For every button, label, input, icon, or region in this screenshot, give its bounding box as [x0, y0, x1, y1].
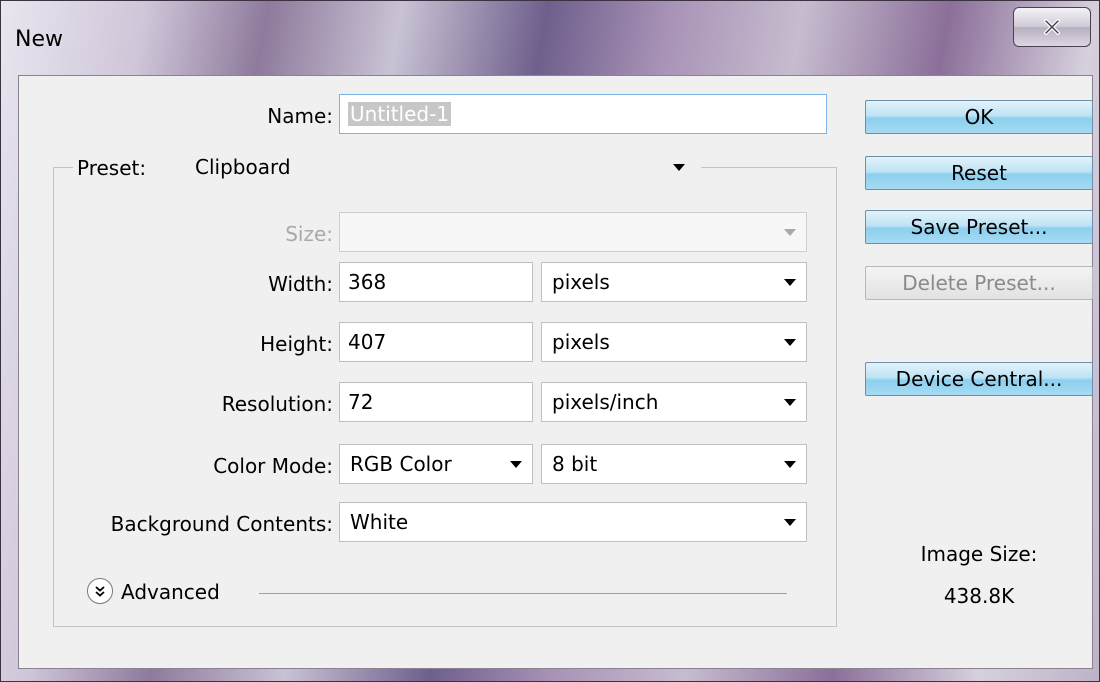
dialog-window: New Name: Untitled-1 Preset: Clipboard S… [0, 0, 1100, 682]
name-field[interactable]: Untitled-1 [339, 94, 827, 134]
close-button[interactable] [1013, 7, 1091, 47]
title-bar[interactable]: New [1, 1, 1100, 73]
chevron-down-icon [784, 279, 796, 286]
width-value: 368 [348, 270, 387, 294]
name-value: Untitled-1 [348, 102, 452, 126]
color-mode-value: RGB Color [350, 452, 452, 476]
chevron-down-icon [784, 399, 796, 406]
advanced-divider [259, 593, 787, 594]
close-icon [1044, 19, 1060, 35]
preset-value: Clipboard [195, 155, 291, 179]
width-unit-value: pixels [552, 270, 610, 294]
width-unit-select[interactable]: pixels [541, 262, 807, 302]
delete-preset-button[interactable]: Delete Preset... [865, 266, 1093, 300]
resolution-field[interactable]: 72 [339, 382, 533, 422]
color-mode-label: Color Mode: [213, 454, 333, 478]
color-mode-select[interactable]: RGB Color [339, 444, 533, 484]
width-field[interactable]: 368 [339, 262, 533, 302]
bit-depth-value: 8 bit [552, 452, 598, 476]
chevron-down-icon [673, 164, 685, 171]
resolution-unit-value: pixels/inch [552, 390, 659, 414]
image-size-value: 438.8K [943, 584, 1015, 608]
advanced-label: Advanced [121, 580, 220, 604]
image-size-label: Image Size: [920, 542, 1038, 566]
width-label: Width: [268, 272, 333, 296]
name-label: Name: [267, 104, 333, 128]
ok-button[interactable]: OK [865, 100, 1093, 134]
save-preset-button[interactable]: Save Preset... [865, 210, 1093, 244]
height-field[interactable]: 407 [339, 322, 533, 362]
chevron-down-icon [510, 461, 522, 468]
size-select[interactable] [339, 212, 807, 252]
chevron-down-icon [784, 339, 796, 346]
double-chevron-icon [95, 586, 105, 597]
window-title: New [15, 27, 63, 52]
dialog-body: Name: Untitled-1 Preset: Clipboard Size:… [18, 75, 1093, 669]
preset-label: Preset: [77, 156, 147, 180]
size-label: Size: [285, 222, 333, 246]
bit-depth-select[interactable]: 8 bit [541, 444, 807, 484]
preset-select[interactable]: Clipboard [185, 148, 695, 188]
chevron-down-icon [784, 461, 796, 468]
resolution-unit-select[interactable]: pixels/inch [541, 382, 807, 422]
background-value: White [350, 510, 409, 534]
height-unit-select[interactable]: pixels [541, 322, 807, 362]
background-select[interactable]: White [339, 502, 807, 542]
resolution-value: 72 [348, 390, 374, 414]
height-value: 407 [348, 330, 387, 354]
device-central-button[interactable]: Device Central... [865, 362, 1093, 396]
chevron-down-icon [784, 519, 796, 526]
reset-button[interactable]: Reset [865, 156, 1093, 190]
height-label: Height: [260, 332, 333, 356]
background-label: Background Contents: [110, 512, 333, 536]
chevron-down-icon [784, 229, 796, 236]
height-unit-value: pixels [552, 330, 610, 354]
resolution-label: Resolution: [221, 392, 333, 416]
advanced-toggle[interactable] [87, 578, 113, 604]
